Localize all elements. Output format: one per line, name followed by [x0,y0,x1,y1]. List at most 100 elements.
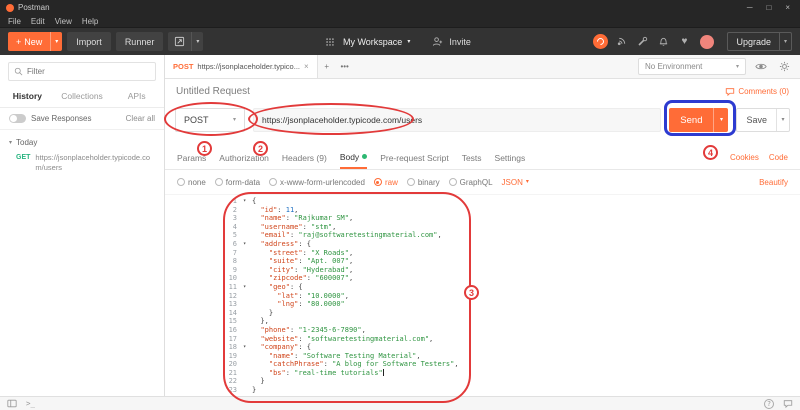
body-type-options: none form-data x-www-form-urlencoded raw… [165,170,800,194]
save-button[interactable]: Save ▾ [736,108,790,132]
environment-label: No Environment [645,62,702,71]
request-title[interactable]: Untitled Request [176,86,250,97]
body-type-binary[interactable]: binary [407,178,440,187]
open-window-caret-icon[interactable]: ▾ [191,32,203,51]
code-link[interactable]: Code [769,153,788,162]
invite-button[interactable]: Invite [429,34,471,50]
upgrade-caret-icon[interactable]: ▾ [779,33,791,50]
open-new-window-button[interactable]: ▾ [168,32,203,51]
sidebar-tab-apis[interactable]: APIs [109,86,164,107]
history-item-url: https://jsonplaceholder.typicode.com/use… [35,153,156,173]
workspace-grid-icon [322,34,338,50]
workspace-label: My Workspace [343,37,402,47]
import-button[interactable]: Import [67,32,111,51]
upgrade-button[interactable]: Upgrade ▾ [727,32,792,51]
workspace-switcher[interactable]: My Workspace ▾ [322,34,410,50]
tab-headers[interactable]: Headers (9) [282,146,327,169]
body-type-form-data-label: form-data [226,178,260,187]
settings-wrench-button[interactable] [634,34,650,50]
cookies-code-links: Cookies Code [730,146,788,169]
menubar: File Edit View Help [0,15,800,28]
method-select[interactable]: POST ▾ [175,108,245,132]
close-tab-icon[interactable]: × [304,62,309,71]
close-button[interactable]: × [785,3,790,12]
tab-body-label: Body [340,152,359,162]
filter-box [8,62,156,81]
editor-line: 10 "zipcode": "600007", [165,274,800,283]
minimize-button[interactable]: ─ [747,3,753,12]
save-responses-row: Save Responses Clear all [0,108,164,130]
radio-icon [215,178,223,186]
content: History Collections APIs Save Responses … [0,55,800,396]
tab-tests[interactable]: Tests [462,146,482,169]
environment-quick-look-button[interactable] [753,59,769,75]
maximize-button[interactable]: □ [766,3,771,12]
request-tab[interactable]: POST https://jsonplaceholder.typico... × [165,55,318,78]
menu-help[interactable]: Help [82,17,98,26]
tab-settings[interactable]: Settings [495,146,526,169]
content-type-select[interactable]: JSON ▾ [502,178,529,187]
plus-icon: + [16,37,21,47]
tab-tests-label: Tests [462,153,482,163]
body-type-none[interactable]: none [177,178,206,187]
notifications-bell-button[interactable] [655,34,671,50]
menu-file[interactable]: File [8,17,21,26]
editor-line: 2 "id": 11, [165,206,800,215]
menu-edit[interactable]: Edit [31,17,45,26]
environment-select[interactable]: No Environment ▾ [638,58,746,75]
request-header: Untitled Request Comments (0) [165,79,800,104]
tab-pre-request-script[interactable]: Pre-request Script [380,146,449,169]
cookies-link[interactable]: Cookies [730,153,759,162]
sidebar: History Collections APIs Save Responses … [0,55,165,396]
tab-body[interactable]: Body [340,146,367,169]
editor-line: 20 "catchPhrase": "A blog for Software T… [165,360,800,369]
tab-authorization[interactable]: Authorization [219,146,269,169]
body-type-form-data[interactable]: form-data [215,178,260,187]
help-icon[interactable]: ? [764,399,774,409]
menu-view[interactable]: View [55,17,72,26]
history-item[interactable]: GET https://jsonplaceholder.typicode.com… [0,150,164,176]
comments-button[interactable]: Comments (0) [725,87,789,97]
send-button[interactable]: Send ▾ [669,108,728,132]
tab-params[interactable]: Params [177,146,206,169]
body-type-x-www-form-urlencoded[interactable]: x-www-form-urlencoded [269,178,365,187]
open-window-icon [168,32,191,51]
editor-line: 21 "bs": "real-time tutorials" [165,369,800,378]
runner-button[interactable]: Runner [116,32,164,51]
settings-gear-button[interactable] [776,59,792,75]
sidebar-tab-history[interactable]: History [0,86,55,107]
favorites-heart-icon[interactable]: ♥ [676,34,692,50]
save-responses-label: Save Responses [31,114,91,123]
feedback-icon[interactable] [783,399,793,409]
history-group-today[interactable]: ▾ Today [0,130,164,150]
save-label: Save [737,109,776,131]
sync-status-button[interactable] [593,34,608,49]
new-dropdown-caret-icon[interactable]: ▾ [50,32,62,51]
body-type-raw[interactable]: raw [374,178,398,187]
send-options-caret-icon[interactable]: ▾ [713,108,728,132]
api-network-button[interactable] [613,34,629,50]
filter-input[interactable] [27,67,150,76]
save-responses-toggle[interactable] [9,114,26,123]
tab-options-button[interactable]: ••• [336,55,354,78]
url-input[interactable] [262,115,652,125]
request-tab-method: POST [173,62,193,71]
sidebar-toggle-icon[interactable] [7,399,17,408]
new-button[interactable]: + New ▾ [8,32,62,51]
console-icon[interactable]: >_ [26,399,35,408]
new-tab-button[interactable]: + [318,55,336,78]
user-avatar[interactable] [700,35,714,49]
editor-line: 19 "name": "Software Testing Material", [165,352,800,361]
editor-line: 23} [165,386,800,395]
body-type-graphql-label: GraphQL [460,178,493,187]
sidebar-tab-collections[interactable]: Collections [55,86,110,107]
clear-all-link[interactable]: Clear all [126,114,155,123]
body-editor[interactable]: 1▾{2 "id": 11,3 "name": "Rajkumar SM",4 … [165,194,800,396]
radio-icon [449,178,457,186]
import-label: Import [76,37,102,47]
beautify-link[interactable]: Beautify [759,178,788,187]
history-group-label: Today [16,138,37,147]
body-type-graphql[interactable]: GraphQL [449,178,493,187]
request-section-tabs: Params Authorization Headers (9) Body Pr… [165,146,800,170]
save-options-caret-icon[interactable]: ▾ [776,109,789,131]
